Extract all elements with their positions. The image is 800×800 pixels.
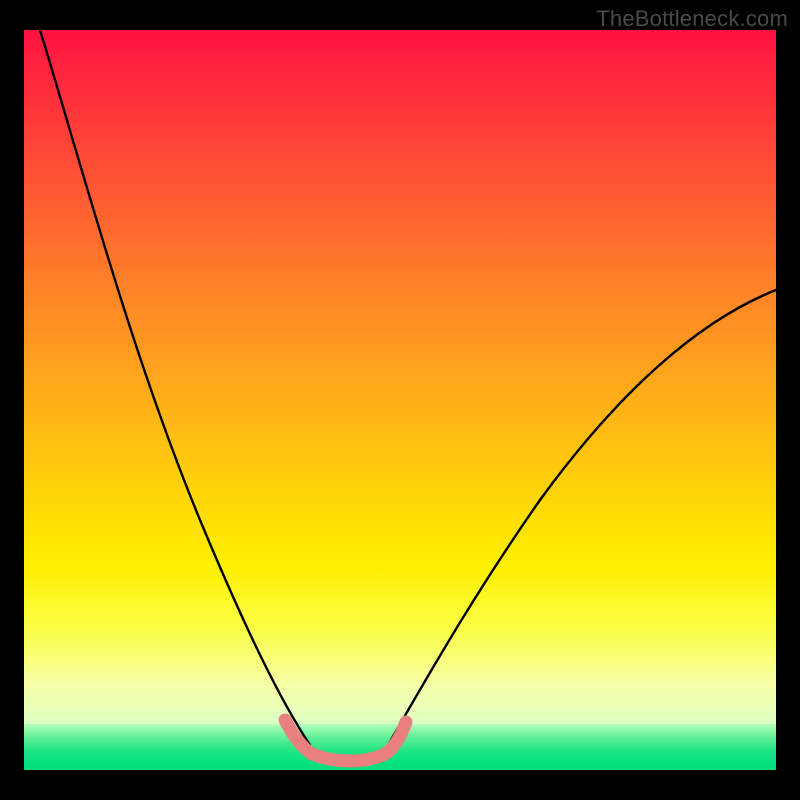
watermark-text: TheBottleneck.com [596, 6, 788, 32]
bottleneck-chart [0, 0, 800, 800]
plot-area [24, 30, 776, 770]
chart-frame: TheBottleneck.com [0, 0, 800, 800]
gradient-main [24, 30, 776, 684]
gradient-pale [24, 684, 776, 724]
